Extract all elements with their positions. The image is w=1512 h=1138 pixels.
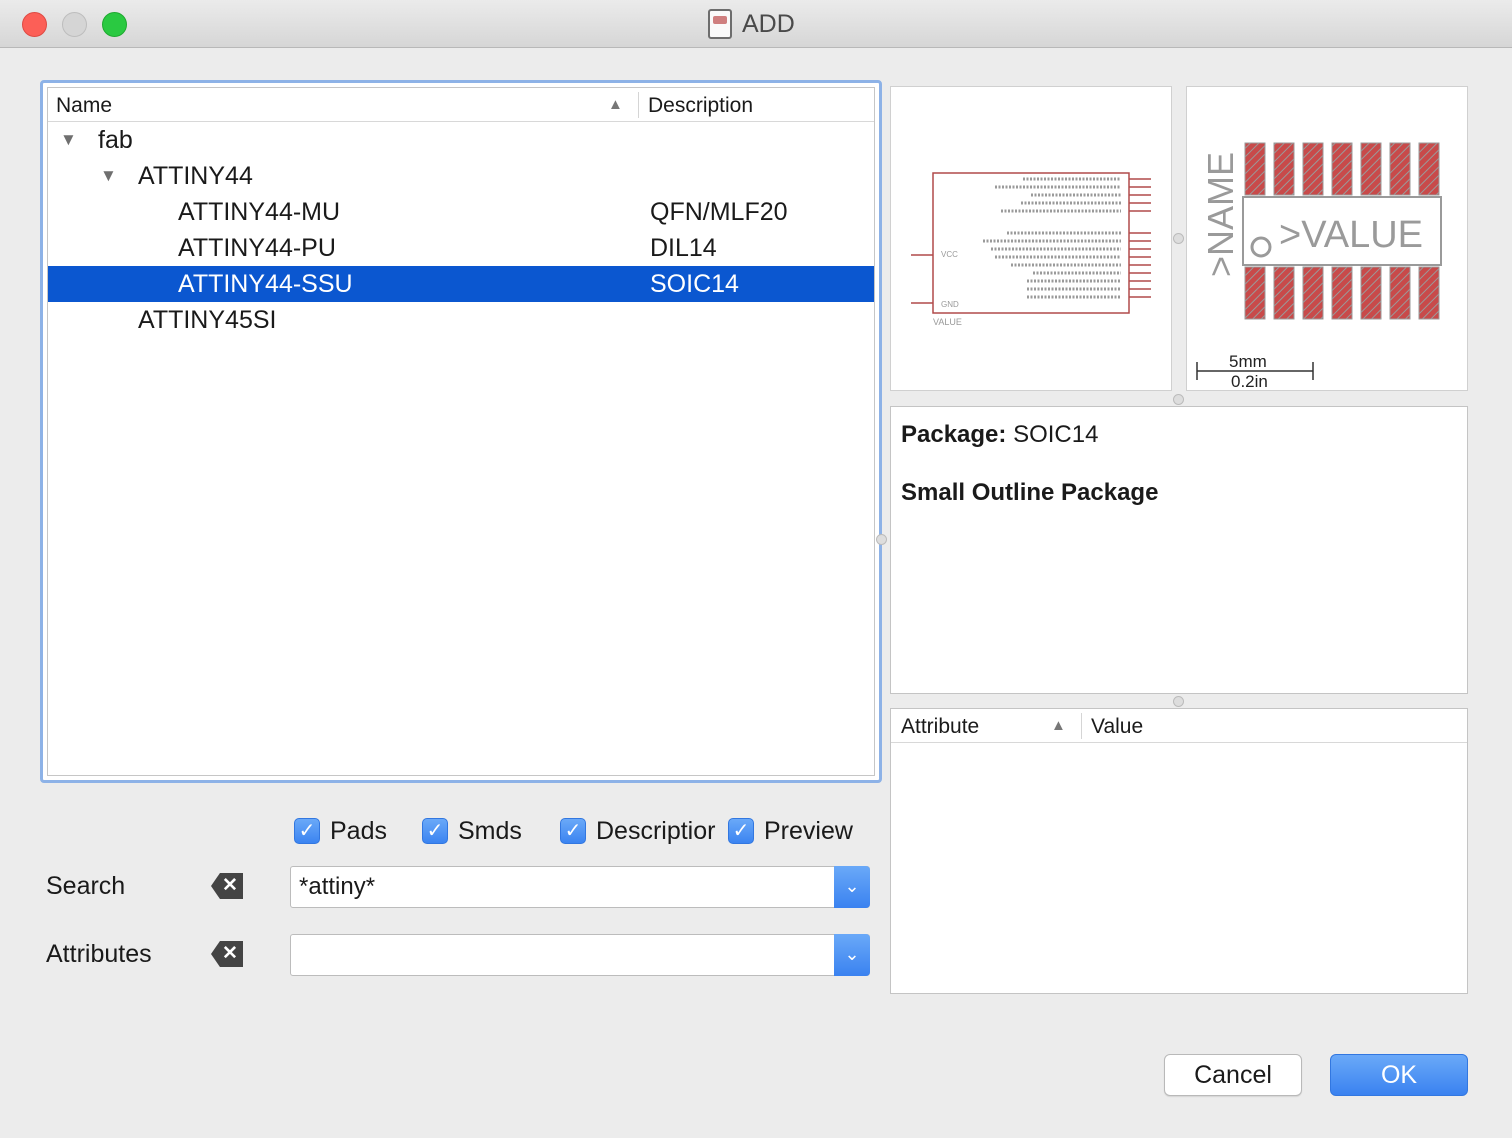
chevron-down-icon[interactable]: ⌄ — [834, 934, 870, 976]
scale-mm-label: 5mm — [1229, 352, 1267, 371]
checkmark-icon[interactable]: ✓ — [422, 818, 448, 844]
tree-row-attiny44-mu[interactable]: ATTINY44-MU QFN/MLF20 — [48, 194, 874, 230]
attributes-combobox[interactable]: ⌄ — [290, 934, 870, 976]
tree-row-fab[interactable]: ▼ fab — [48, 122, 874, 158]
chevron-down-icon[interactable]: ⌄ — [834, 866, 870, 908]
smds-checkbox-label: Smds — [458, 816, 522, 845]
symbol-drawing: VCC GND VALUE — [911, 172, 1151, 327]
preview-splitter-handle[interactable] — [1173, 233, 1184, 244]
symbol-value-label: VALUE — [933, 317, 962, 327]
tree-row-attiny44-pu[interactable]: ATTINY44-PU DIL14 — [48, 230, 874, 266]
checkmark-icon[interactable]: ✓ — [728, 818, 754, 844]
scale-inch-label: 0.2in — [1231, 372, 1268, 391]
clear-search-icon[interactable]: ✕ — [211, 873, 243, 899]
preview-splitter-handle[interactable] — [1173, 394, 1184, 405]
package-description: Small Outline Package — [901, 479, 1159, 506]
sort-ascending-icon[interactable]: ▲ — [1051, 717, 1066, 734]
tree-row-label: ATTINY45SI — [138, 306, 277, 334]
pads-checkbox[interactable]: ✓ Pads — [294, 816, 387, 846]
package-value-label: >VALUE — [1279, 214, 1423, 256]
disclosure-triangle-expanded-icon[interactable]: ▼ — [60, 122, 77, 158]
window-title: ADD — [742, 9, 795, 38]
gnd-pin-label: GND — [941, 300, 959, 309]
pads-checkbox-label: Pads — [330, 816, 387, 845]
package-label: Package: — [901, 421, 1007, 448]
attribute-column-header[interactable]: Attribute — [901, 715, 979, 739]
column-divider[interactable] — [638, 92, 639, 118]
vertical-splitter-handle[interactable] — [876, 534, 887, 545]
preview-checkbox-label: Preview — [764, 816, 853, 845]
tree-row-description: SOIC14 — [650, 270, 739, 298]
schematic-document-icon — [708, 9, 732, 39]
value-column-header[interactable]: Value — [1091, 715, 1143, 739]
attributes-label: Attributes — [46, 940, 152, 968]
sort-ascending-icon[interactable]: ▲ — [608, 96, 623, 113]
description-checkbox-label: Descriptior — [596, 816, 716, 845]
tree-row-description: QFN/MLF20 — [650, 198, 788, 226]
cancel-button[interactable]: Cancel — [1164, 1054, 1302, 1096]
zoom-window-button[interactable] — [102, 12, 127, 37]
checkmark-icon[interactable]: ✓ — [294, 818, 320, 844]
window-title-group: ADD — [708, 8, 795, 40]
package-preview: >VALUE >NAME 5mm 0.2in — [1186, 86, 1468, 391]
horizontal-splitter-handle[interactable] — [1173, 696, 1184, 707]
tree-row-label: ATTINY44 — [138, 162, 253, 190]
close-window-button[interactable] — [22, 12, 47, 37]
tree-header: Name ▲ Description — [48, 88, 874, 122]
search-input[interactable]: *attiny* — [299, 873, 375, 900]
library-tree[interactable]: Name ▲ Description ▼ fab ▼ ATTINY44 ATTI… — [47, 87, 875, 776]
tree-row-attiny44[interactable]: ▼ ATTINY44 — [48, 158, 874, 194]
name-column-header[interactable]: Name — [56, 94, 112, 118]
package-info-panel: Package: SOIC14 Small Outline Package — [890, 406, 1468, 694]
tree-row-label: ATTINY44-PU — [178, 234, 336, 262]
package-name: SOIC14 — [1013, 421, 1099, 448]
package-drawing: >VALUE >NAME 5mm 0.2in — [1196, 142, 1442, 391]
preview-checkbox[interactable]: ✓ Preview — [728, 816, 853, 846]
tree-row-label: fab — [98, 126, 133, 154]
tree-row-attiny44-ssu[interactable]: ATTINY44-SSU SOIC14 — [48, 266, 874, 302]
smds-checkbox[interactable]: ✓ Smds — [422, 816, 522, 846]
column-divider[interactable] — [1081, 713, 1082, 739]
checkmark-icon[interactable]: ✓ — [560, 818, 586, 844]
tree-row-label: ATTINY44-SSU — [178, 270, 353, 298]
search-combobox[interactable]: *attiny* ⌄ — [290, 866, 870, 908]
clear-attributes-icon[interactable]: ✕ — [211, 941, 243, 967]
attribute-table[interactable]: Attribute ▲ Value — [890, 708, 1468, 994]
title-bar: ADD — [0, 0, 1512, 48]
tree-row-attiny45si[interactable]: ATTINY45SI — [48, 302, 874, 338]
tree-row-label: ATTINY44-MU — [178, 198, 341, 226]
minimize-window-button[interactable] — [62, 12, 87, 37]
library-tree-panel: Name ▲ Description ▼ fab ▼ ATTINY44 ATTI… — [40, 80, 882, 783]
description-column-header[interactable]: Description — [648, 94, 753, 118]
package-line: Package: SOIC14 — [901, 421, 1457, 449]
symbol-preview: VCC GND VALUE — [890, 86, 1172, 391]
search-label: Search — [46, 872, 126, 900]
vcc-pin-label: VCC — [941, 250, 958, 259]
ok-button[interactable]: OK — [1330, 1054, 1468, 1096]
description-checkbox[interactable]: ✓ Descriptior — [560, 816, 732, 846]
attribute-table-header: Attribute ▲ Value — [891, 709, 1467, 743]
disclosure-triangle-expanded-icon[interactable]: ▼ — [100, 158, 117, 194]
tree-row-description: DIL14 — [650, 234, 717, 262]
package-name-label: >NAME — [1200, 152, 1241, 277]
